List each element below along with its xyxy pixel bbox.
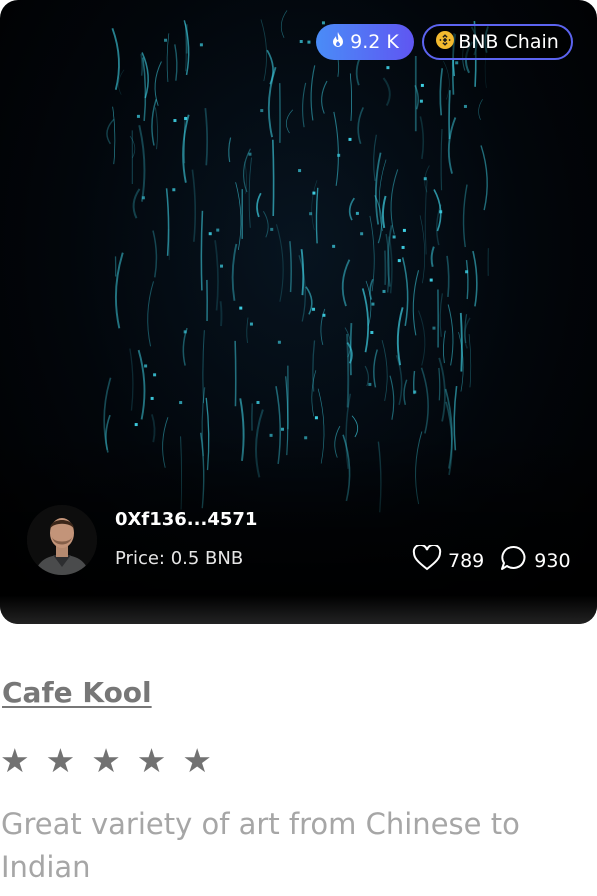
heart-icon	[412, 543, 442, 576]
comments-count: 930	[534, 549, 571, 572]
star-icon: ★	[91, 741, 121, 780]
owner-avatar[interactable]	[27, 505, 97, 575]
listing-description: Great variety of art from Chinese to Ind…	[1, 807, 520, 884]
like-button[interactable]: 789	[412, 543, 485, 576]
engagement-stats: 789 930	[412, 543, 571, 576]
price-label: Price: 0.5 BNB	[115, 548, 244, 569]
likes-count: 789	[448, 549, 485, 572]
flame-icon	[331, 31, 345, 53]
chain-badge[interactable]: BNB Chain	[422, 24, 573, 60]
bnb-logo-icon	[436, 30, 455, 54]
views-count: 9.2 K	[350, 31, 399, 53]
rating-stars: ★ ★ ★ ★ ★	[0, 739, 212, 783]
star-icon: ★	[0, 741, 30, 780]
listing-title[interactable]: Cafe Kool	[2, 676, 152, 709]
comment-button[interactable]: 930	[500, 545, 571, 576]
star-icon: ★	[136, 741, 167, 780]
chain-label: BNB Chain	[458, 31, 559, 53]
star-icon: ★	[182, 741, 212, 780]
star-icon: ★	[45, 741, 76, 780]
comment-icon	[500, 545, 528, 576]
nft-card[interactable]: 9.2 K BNB Chain 0Xf136...4571 Price: 0.5…	[0, 0, 597, 624]
owner-address[interactable]: 0Xf136...4571	[115, 509, 257, 530]
views-badge: 9.2 K	[316, 24, 414, 60]
